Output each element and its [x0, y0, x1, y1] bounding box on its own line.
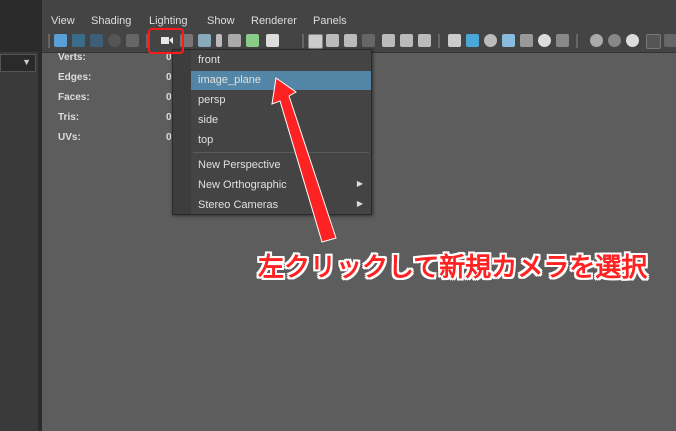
instruction-annotation: 左クリックして新規カメラを選択 [258, 252, 648, 282]
annotation-arrow [271, 77, 337, 243]
